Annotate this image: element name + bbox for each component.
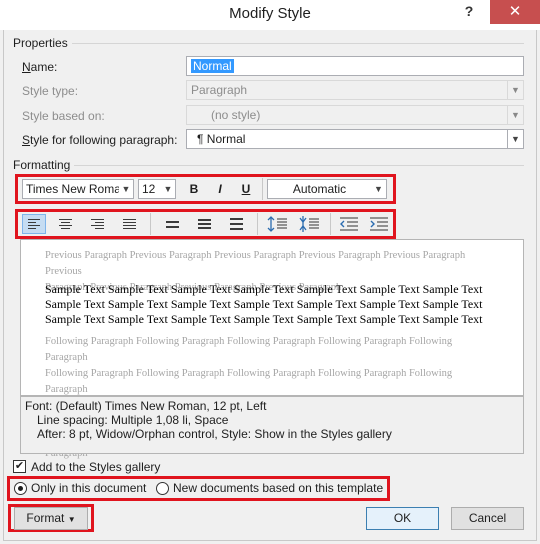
title-bar: Modify Style ? ✕ (0, 0, 540, 30)
formatting-divider (74, 165, 524, 166)
only-this-document-label: Only in this document (31, 481, 147, 495)
formatting-section-label: Formatting (13, 158, 71, 172)
single-spacing-button[interactable] (160, 214, 184, 234)
format-button[interactable]: Format ▼ (14, 507, 88, 530)
increase-paragraph-spacing-icon (267, 216, 287, 232)
following-paragraph-select[interactable]: ¶ Normal ▼ (186, 129, 524, 149)
chevron-down-icon[interactable]: ▼ (507, 130, 523, 148)
new-documents-label: New documents based on this template (173, 481, 384, 495)
align-right-icon (91, 219, 104, 220)
ok-button[interactable]: OK (366, 507, 439, 530)
close-button[interactable]: ✕ (490, 0, 540, 24)
following-paragraph-label: Style for following paragraph: (22, 133, 178, 147)
sample-text: Sample Text Sample Text Sample Text Samp… (45, 282, 483, 326)
only-this-document-radio[interactable] (14, 482, 27, 495)
style-type-select: Paragraph ▼ (186, 80, 524, 100)
double-spacing-icon (230, 218, 243, 220)
add-to-gallery-checkbox[interactable]: ✔ (13, 460, 26, 473)
increase-spacing-button[interactable] (266, 214, 290, 234)
one-half-spacing-button[interactable] (192, 214, 216, 234)
chevron-down-icon: ▼ (507, 81, 523, 99)
toolbar-divider (330, 213, 331, 235)
italic-button[interactable]: I (210, 179, 230, 199)
style-type-label: Style type: (22, 84, 79, 98)
decrease-paragraph-spacing-icon (299, 216, 319, 232)
justify-button[interactable] (117, 214, 141, 234)
align-left-button[interactable] (22, 214, 46, 234)
properties-divider (72, 43, 524, 44)
single-spacing-icon (166, 221, 179, 223)
chevron-down-icon[interactable]: ▼ (161, 180, 175, 198)
align-left-icon (28, 219, 40, 220)
align-center-button[interactable] (53, 214, 77, 234)
decrease-indent-icon (340, 217, 358, 231)
toolbar-divider (257, 213, 258, 235)
increase-indent-icon (370, 217, 388, 231)
bold-button[interactable]: B (184, 179, 204, 199)
toolbar-divider (262, 178, 263, 200)
chevron-down-icon: ▼ (507, 106, 523, 124)
dropdown-arrow-icon: ▼ (67, 515, 76, 524)
double-spacing-button[interactable] (224, 214, 248, 234)
checkmark-icon: ✔ (14, 460, 25, 472)
modify-style-dialog: Modify Style ? ✕ Properties Name: Normal… (0, 0, 540, 544)
align-right-button[interactable] (85, 214, 109, 234)
justify-icon (123, 219, 136, 220)
decrease-spacing-button[interactable] (298, 214, 322, 234)
increase-indent-button[interactable] (367, 214, 391, 234)
chevron-down-icon[interactable]: ▼ (371, 180, 386, 198)
style-preview: Previous Paragraph Previous Paragraph Pr… (20, 239, 524, 459)
properties-section-label: Properties (13, 36, 68, 50)
name-label: Name: (22, 60, 58, 74)
decrease-indent-button[interactable] (337, 214, 361, 234)
toolbar-divider (150, 213, 151, 235)
align-center-icon (59, 219, 72, 220)
chevron-down-icon[interactable]: ▼ (119, 180, 133, 198)
dialog-title: Modify Style (229, 5, 311, 22)
style-based-on-select: (no style) ▼ (186, 105, 524, 125)
font-color-select[interactable]: Automatic (267, 179, 387, 199)
font-name-select[interactable]: Times New Roman (22, 179, 134, 199)
new-documents-radio[interactable] (156, 482, 169, 495)
one-half-spacing-icon (198, 219, 211, 221)
add-to-gallery-label: Add to the Styles gallery (31, 460, 161, 474)
help-button[interactable]: ? (460, 3, 478, 23)
cancel-button[interactable]: Cancel (451, 507, 524, 530)
style-based-on-label: Style based on: (22, 109, 105, 123)
underline-button[interactable]: U (236, 179, 256, 199)
style-description: Font: (Default) Times New Roman, 12 pt, … (20, 396, 524, 454)
name-input[interactable]: Normal (186, 56, 524, 76)
